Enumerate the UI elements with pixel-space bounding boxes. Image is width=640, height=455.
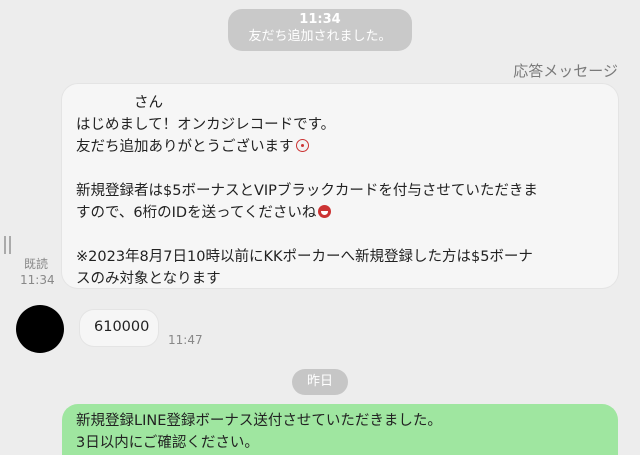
auto-reply-label: 応答メッセージ	[513, 62, 618, 80]
message-line: はじめまして！オンカジレコードです。	[76, 117, 336, 133]
pause-icon	[4, 236, 11, 254]
laugh-emoji-icon	[318, 205, 332, 218]
surprise-emoji-icon	[295, 139, 309, 152]
incoming-message-bubble[interactable]: さん はじめまして！オンカジレコードです。 友だち追加ありがとうございます 新規…	[62, 84, 618, 288]
user-message-time: 11:47	[168, 333, 203, 347]
message-line: 3日以内にご確認ください。	[76, 435, 259, 451]
system-notice-time: 11:34	[299, 12, 341, 27]
date-separator: 昨日	[292, 369, 348, 395]
message-line: 新規登録者は$5ボーナスとVIPブラックカードを付与させていただきま	[76, 183, 538, 199]
read-label: 既読	[24, 257, 49, 271]
read-time: 11:34	[20, 273, 55, 287]
incoming-message-text: さん はじめまして！オンカジレコードです。 友だち追加ありがとうございます 新規…	[76, 92, 616, 290]
outgoing-message-text: 新規登録LINE登録ボーナス送付させていただきました。 3日以内にご確認ください…	[76, 410, 442, 454]
outgoing-message-bubble[interactable]: 新規登録LINE登録ボーナス送付させていただきました。 3日以内にご確認ください…	[62, 404, 618, 455]
message-line: スのみ対象となります	[76, 271, 221, 287]
message-line: すので、6桁のIDを送ってくださいね	[76, 202, 616, 224]
system-notice-text: 友だち追加されました。	[248, 29, 392, 44]
user-message-bubble[interactable]: 610000	[80, 310, 158, 346]
message-line-text: 友だち追加ありがとうございます	[76, 139, 294, 155]
system-notice: 11:34 友だち追加されました。	[228, 9, 412, 51]
message-line: 友だち追加ありがとうございます	[76, 136, 616, 158]
user-message-text: 610000	[94, 319, 150, 335]
chat-screen: 11:34 友だち追加されました。 応答メッセージ さん はじめまして！オンカジ…	[0, 0, 640, 455]
greeting-line: さん	[134, 95, 163, 111]
message-line: ※2023年8月7日10時以前にKKポーカーへ新規登録した方は$5ボーナ	[76, 249, 533, 265]
message-line-text: すので、6桁のIDを送ってくださいね	[76, 205, 317, 221]
message-line: 新規登録LINE登録ボーナス送付させていただきました。	[76, 413, 442, 429]
avatar[interactable]	[16, 305, 64, 353]
